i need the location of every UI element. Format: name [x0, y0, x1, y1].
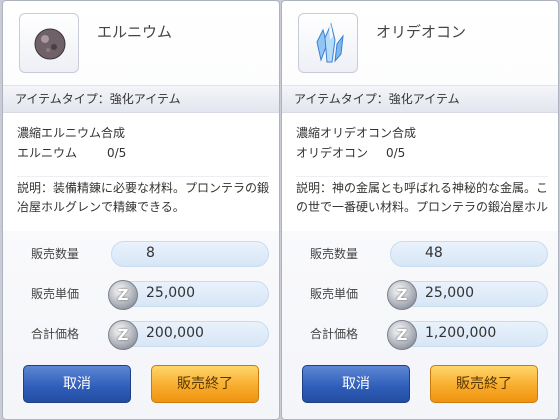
unit-price-label: 販売単価 — [310, 287, 359, 301]
requirement-row: オリデオコン 0/5 — [296, 143, 548, 163]
item-name: エルニウム — [97, 23, 173, 41]
item-name: オリデオコン — [376, 23, 467, 41]
sale-quantity-row: 販売数量 48 — [282, 239, 558, 269]
sell-panel-oridecon: オリデオコン アイテムタイプ：強化アイテム 濃縮オリデオコン合成 オリデオコン … — [281, 0, 559, 420]
unit-price-row: 販売単価 Z 25,000 — [282, 279, 558, 310]
total-price-label: 合計価格 — [31, 327, 80, 341]
elunium-ore-icon — [34, 28, 66, 60]
total-price-row: 合計価格 Z 200,000 — [3, 319, 279, 350]
cancel-button[interactable]: 取消 — [302, 365, 410, 403]
requirement-row: エルニウム 0/5 — [17, 143, 269, 163]
sale-quantity-field[interactable]: 48 — [390, 241, 548, 267]
total-price-value: 200,000 — [146, 325, 204, 341]
sell-panel-elunium: エルニウム アイテムタイプ：強化アイテム 濃縮エルニウム合成 エルニウム 0/5… — [2, 0, 280, 420]
sale-quantity-row: 販売数量 8 — [3, 239, 279, 269]
requirement-count: 0/5 — [107, 146, 127, 160]
sale-quantity-value: 48 — [425, 245, 443, 261]
total-price-label: 合計価格 — [310, 327, 359, 341]
unit-price-value: 25,000 — [146, 285, 195, 301]
item-type-line: アイテムタイプ：強化アイテム — [282, 85, 558, 113]
zeny-coin-icon: Z — [108, 280, 138, 310]
unit-price-field: Z 25,000 — [108, 280, 269, 310]
finish-sale-button[interactable]: 販売終了 — [430, 365, 538, 403]
sale-quantity-value: 8 — [146, 245, 155, 261]
sale-quantity-label: 販売数量 — [31, 247, 80, 261]
item-info: 濃縮エルニウム合成 エルニウム 0/5 説明：装備精錬に必要な材料。プロンテラの… — [3, 113, 279, 231]
oridecon-crystal-icon — [316, 22, 344, 63]
unit-price-label: 販売単価 — [31, 287, 80, 301]
item-icon-frame — [19, 13, 79, 73]
unit-price-value: 25,000 — [425, 285, 474, 301]
requirement-name: オリデオコン — [296, 146, 369, 160]
item-description: 説明：神の金属とも呼ばれる神秘的な金属。この世で一番硬い材料。プロンテラの鍛冶屋… — [296, 176, 548, 216]
refine-title: 濃縮エルニウム合成 — [17, 126, 126, 140]
total-price-row: 合計価格 Z 1,200,000 — [282, 319, 558, 350]
requirement-name: エルニウム — [17, 146, 78, 160]
unit-price-field: Z 25,000 — [387, 280, 548, 310]
item-icon-frame — [298, 13, 358, 73]
zeny-coin-icon: Z — [387, 320, 417, 350]
requirement-count: 0/5 — [386, 146, 406, 160]
item-header: エルニウム — [3, 1, 279, 81]
item-header: オリデオコン — [282, 1, 558, 81]
unit-price-row: 販売単価 Z 25,000 — [3, 279, 279, 310]
zeny-coin-icon: Z — [387, 280, 417, 310]
sale-quantity-label: 販売数量 — [310, 247, 359, 261]
item-info: 濃縮オリデオコン合成 オリデオコン 0/5 説明：神の金属とも呼ばれる神秘的な金… — [282, 113, 558, 231]
zeny-coin-icon: Z — [108, 320, 138, 350]
total-price-field: Z 200,000 — [108, 320, 269, 350]
finish-sale-button[interactable]: 販売終了 — [151, 365, 259, 403]
total-price-value: 1,200,000 — [425, 325, 497, 341]
item-description: 説明：装備精錬に必要な材料。プロンテラの鍛冶屋ホルグレンで精錬できる。 — [17, 176, 269, 216]
total-price-field: Z 1,200,000 — [387, 320, 548, 350]
sale-quantity-field[interactable]: 8 — [111, 241, 269, 267]
item-type-line: アイテムタイプ：強化アイテム — [3, 85, 279, 113]
refine-title: 濃縮オリデオコン合成 — [296, 126, 417, 140]
cancel-button[interactable]: 取消 — [23, 365, 131, 403]
